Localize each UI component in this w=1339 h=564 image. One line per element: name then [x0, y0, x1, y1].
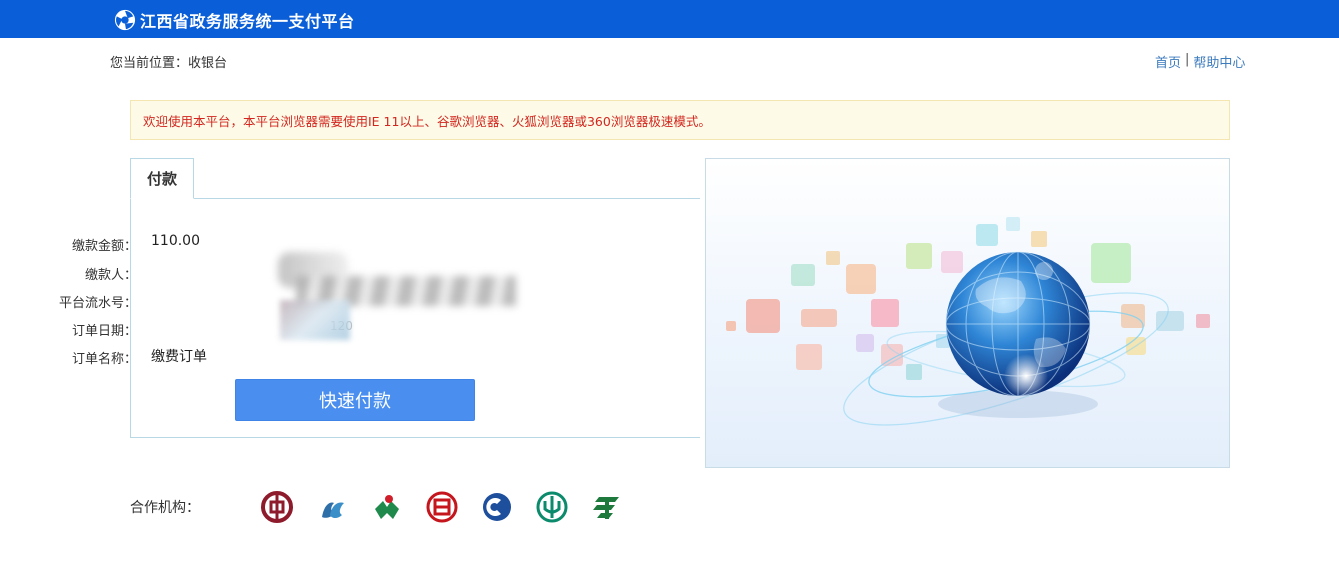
field-amount: 缴款金额： 110.00 [0, 233, 420, 254]
top-links: 首页 | 帮助中心 [1155, 52, 1245, 71]
panel-border-bottom [130, 437, 700, 438]
tab-payment[interactable]: 付款 [130, 158, 194, 199]
icbc-icon [425, 490, 459, 524]
order-date-label: 订单日期： [71, 324, 137, 339]
order-name-label: 订单名称： [71, 352, 137, 367]
field-order-name: 订单名称： 缴费订单 [0, 346, 420, 367]
serial-number-label: 平台流水号： [58, 296, 137, 311]
rural-bank-icon [315, 490, 349, 524]
quick-pay-button[interactable]: 快速付款 [235, 379, 475, 421]
bank-of-china-icon [260, 490, 294, 524]
breadcrumb: 您当前位置：收银台 [110, 56, 228, 71]
payer-label: 缴款人： [84, 268, 137, 283]
notice-text: 欢迎使用本平台，本平台浏览器需要使用IE 11以上、谷歌浏览器、火狐浏览器或36… [143, 113, 711, 129]
home-link[interactable]: 首页 [1155, 52, 1181, 71]
agricultural-bank-icon [370, 490, 404, 524]
globe-illustration [726, 217, 1210, 426]
rural-credit-icon [535, 490, 569, 524]
panel-border-top [193, 198, 700, 199]
brand[interactable]: 江西省政务服务统一支付平台 [114, 8, 355, 32]
globe-banner-image [705, 158, 1230, 468]
amount-label: 缴款金额： [71, 239, 137, 254]
amount-value: 110.00 [151, 233, 200, 249]
postal-bank-icon [590, 490, 624, 524]
redaction-blur [280, 300, 350, 340]
partner-banks: 合作机构： [130, 491, 645, 523]
partners-label: 合作机构： [130, 500, 200, 516]
platform-title: 江西省政务服务统一支付平台 [140, 12, 355, 31]
help-center-link[interactable]: 帮助中心 [1193, 52, 1245, 71]
order-name-value: 缴费订单 [151, 349, 207, 365]
platform-logo-icon [114, 9, 136, 31]
browser-notice: 欢迎使用本平台，本平台浏览器需要使用IE 11以上、谷歌浏览器、火狐浏览器或36… [130, 100, 1230, 140]
link-separator: | [1185, 52, 1190, 67]
ccb-icon [480, 490, 514, 524]
header-bar: 江西省政务服务统一支付平台 [0, 0, 1339, 38]
field-order-date: 订单日期： 120 [0, 318, 420, 339]
